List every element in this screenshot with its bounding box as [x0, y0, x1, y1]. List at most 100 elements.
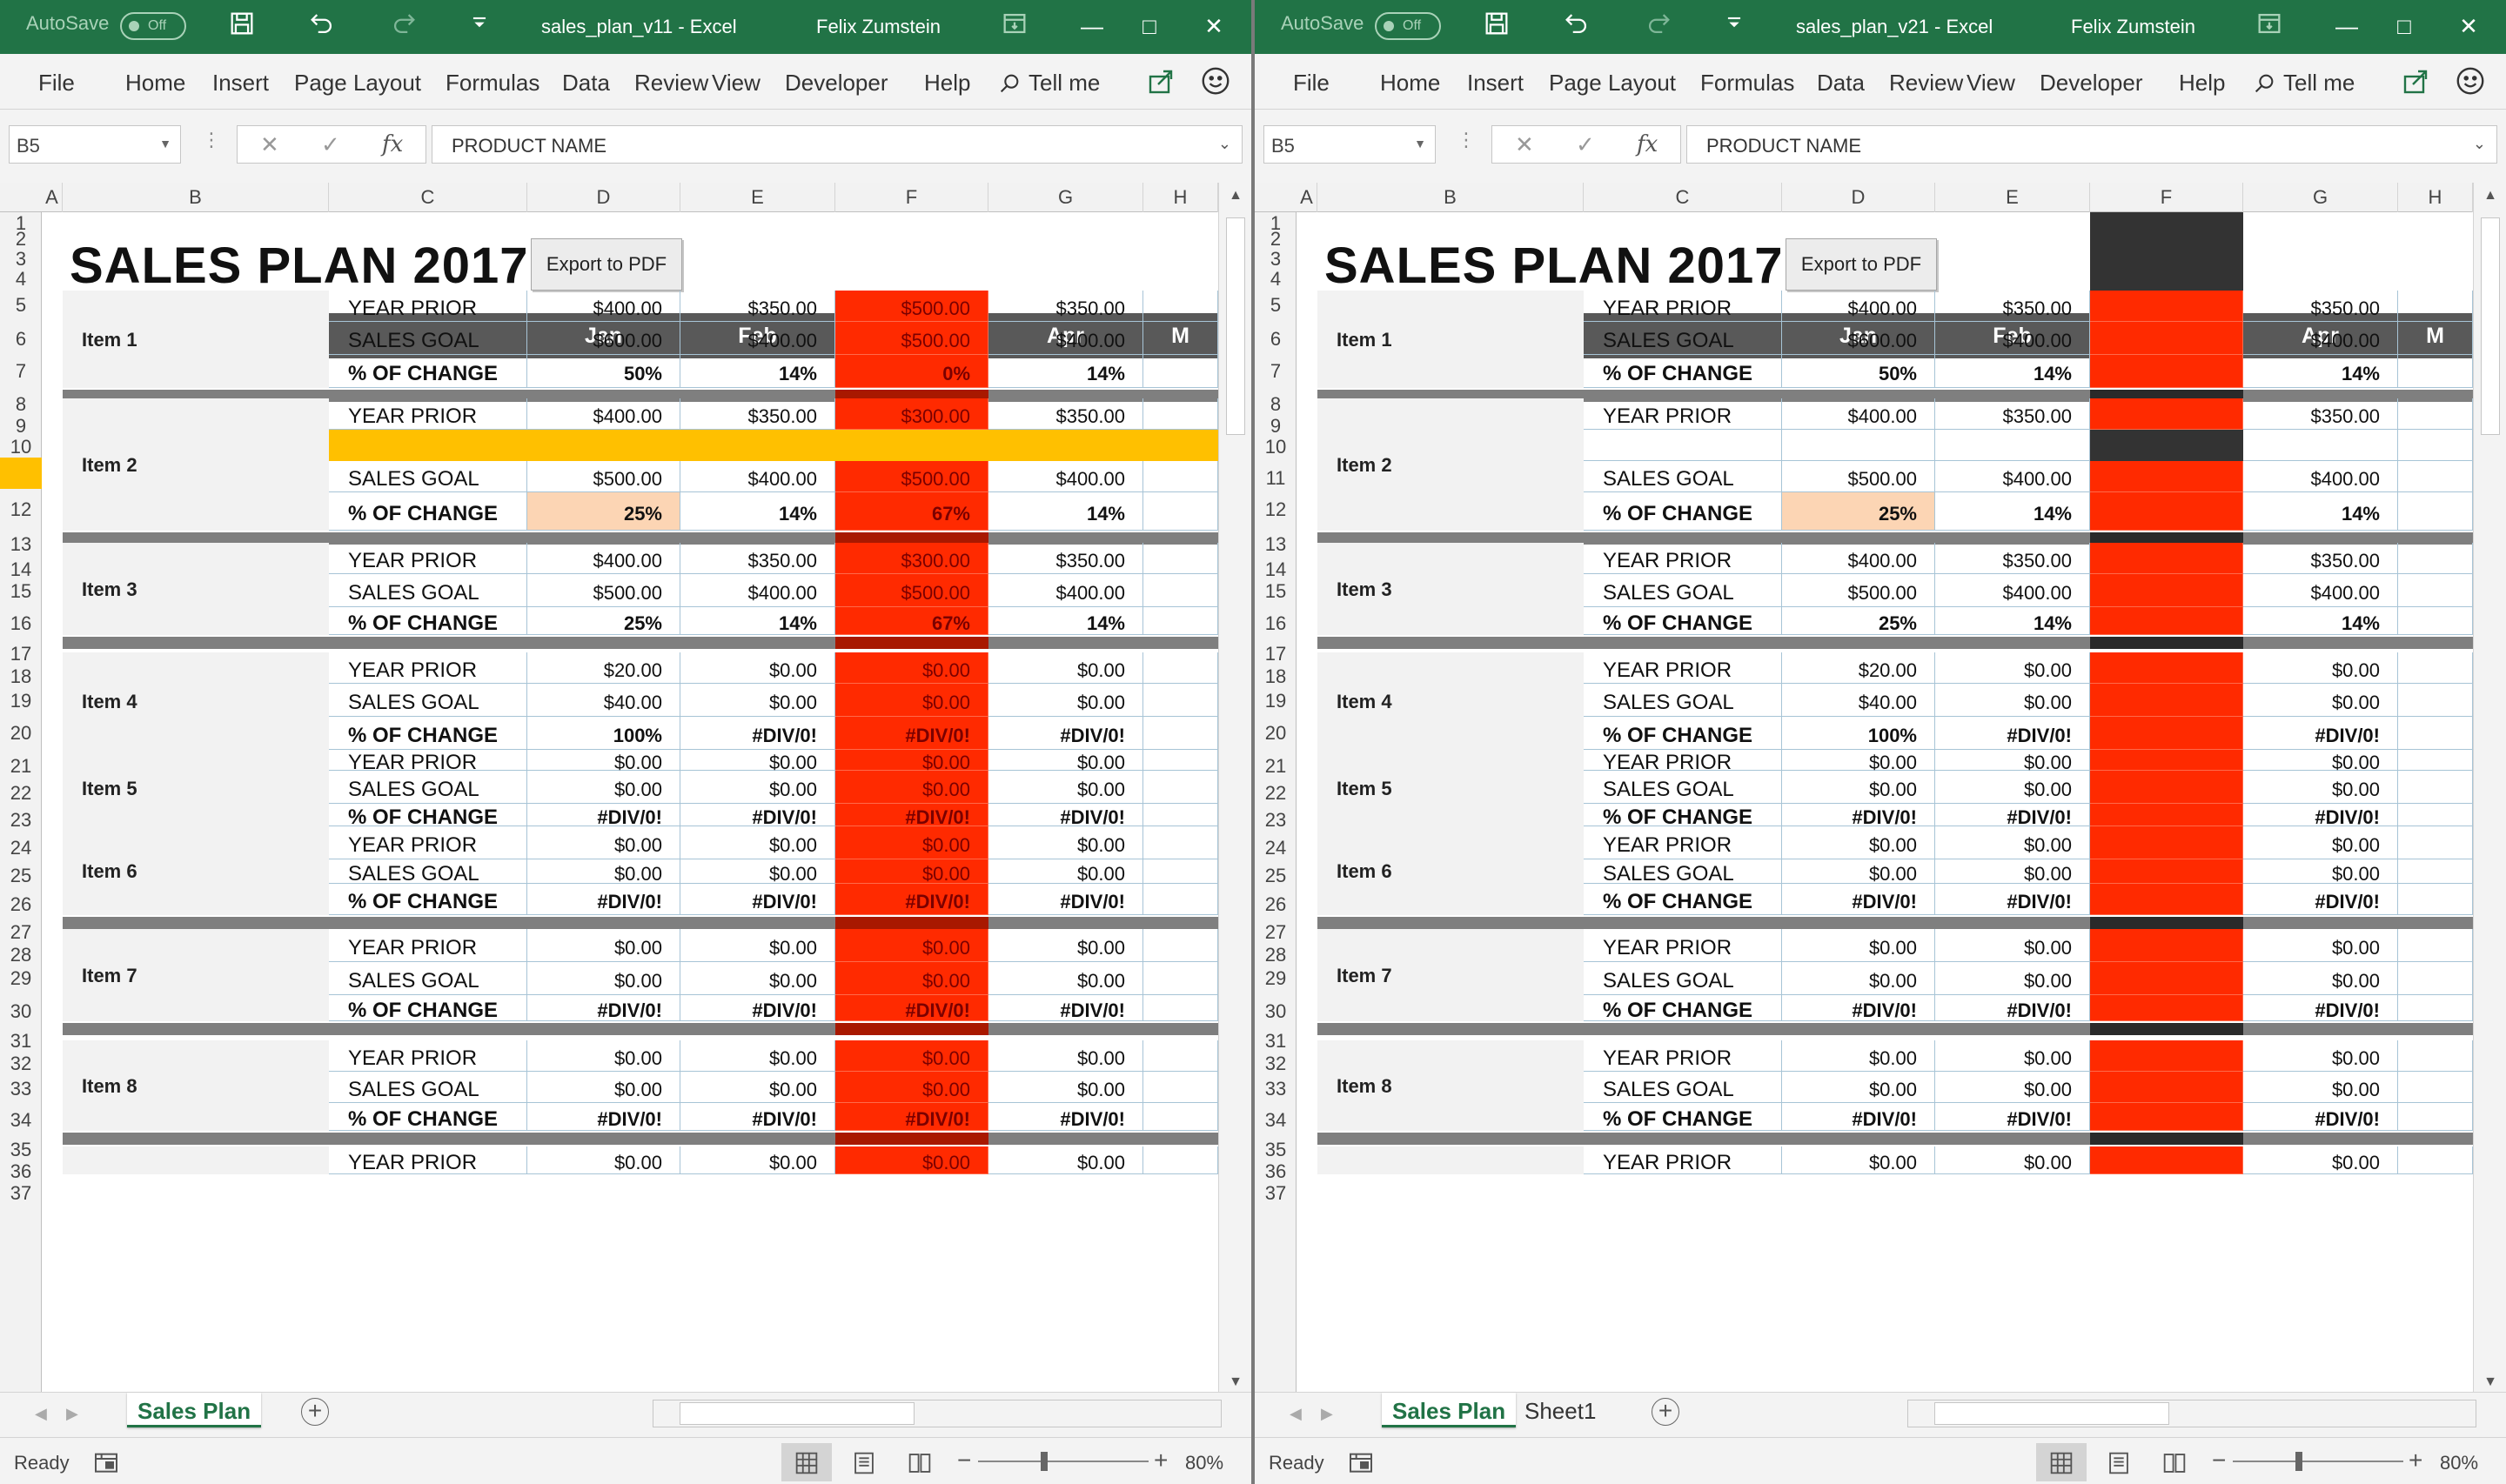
row-header[interactable]: 8 [0, 384, 42, 418]
value-cell[interactable]: $0.00 [2243, 929, 2398, 962]
value-cell[interactable] [2090, 717, 2243, 750]
value-cell[interactable]: 25% [527, 607, 680, 635]
zoom-slider-track[interactable] [978, 1461, 1149, 1462]
value-cell[interactable] [2090, 1103, 2243, 1131]
value-cell[interactable]: $0.00 [527, 1040, 680, 1072]
row-header[interactable]: 14 [1255, 560, 1297, 579]
value-cell[interactable]: #DIV/0! [527, 995, 680, 1021]
value-cell[interactable]: $400.00 [2243, 461, 2398, 492]
ribbon-display-options-icon[interactable] [2252, 9, 2287, 43]
value-cell[interactable]: $0.00 [527, 771, 680, 804]
ribbon-tab-developer[interactable]: Developer [2040, 70, 2143, 97]
value-cell[interactable]: #DIV/0! [2243, 1103, 2398, 1131]
autosave-toggle[interactable]: Off [1375, 12, 1441, 40]
ribbon-display-options-icon[interactable] [997, 9, 1032, 43]
row-label-yp[interactable]: YEAR PRIOR [1584, 543, 1782, 574]
value-cell[interactable]: $0.00 [680, 826, 835, 859]
value-cell[interactable]: 25% [527, 492, 680, 531]
value-cell[interactable]: $0.00 [2243, 1072, 2398, 1103]
insert-function-icon[interactable]: fx [382, 131, 403, 157]
value-cell[interactable] [2090, 355, 2243, 388]
value-cell[interactable]: 14% [2243, 355, 2398, 388]
value-cell[interactable]: $350.00 [2243, 543, 2398, 574]
row-label-sg[interactable]: SALES GOAL [1584, 1072, 1782, 1103]
value-cell[interactable] [1143, 1146, 1218, 1174]
close-icon[interactable]: ✕ [2449, 7, 2489, 45]
ribbon-tab-review[interactable]: Review [1889, 70, 1963, 97]
value-cell[interactable]: #DIV/0! [680, 717, 835, 750]
row-label-pc[interactable]: % OF CHANGE [1584, 884, 1782, 915]
row-header[interactable]: 15 [0, 572, 42, 604]
value-cell[interactable]: #DIV/0! [1935, 995, 2090, 1021]
empty-cell[interactable] [2398, 430, 2473, 461]
empty-cell[interactable] [1584, 430, 1782, 461]
value-cell[interactable]: $40.00 [527, 684, 680, 717]
expand-formula-bar-icon[interactable]: ⌄ [2473, 135, 2486, 153]
column-header-f[interactable]: F [835, 183, 988, 212]
value-cell[interactable]: $0.00 [835, 859, 988, 885]
row-label-sg[interactable]: SALES GOAL [1584, 574, 1782, 607]
row-header[interactable]: 3 [0, 244, 42, 270]
row-header[interactable]: 33 [0, 1070, 42, 1101]
row-label-pc[interactable]: % OF CHANGE [1584, 995, 1782, 1022]
value-cell[interactable] [1143, 995, 1218, 1021]
row-header[interactable]: 6 [0, 320, 42, 351]
ribbon-tab-formulas[interactable]: Formulas [1700, 70, 1794, 97]
row-label-yp[interactable]: YEAR PRIOR [1584, 398, 1782, 430]
value-cell[interactable] [2090, 461, 2243, 492]
value-cell[interactable]: $0.00 [680, 1072, 835, 1103]
row-header[interactable]: 19 [0, 682, 42, 713]
export-to-pdf-button[interactable]: Export to PDF [1786, 238, 1937, 291]
user-name[interactable]: Felix Zumstein [2071, 16, 2195, 38]
row-header[interactable]: 20 [0, 713, 42, 746]
value-cell[interactable]: $0.00 [680, 771, 835, 804]
value-cell[interactable]: #DIV/0! [527, 804, 680, 828]
value-cell[interactable]: $0.00 [2243, 962, 2398, 995]
value-cell[interactable] [1143, 1103, 1218, 1131]
row-header[interactable]: 35 [0, 1133, 42, 1160]
value-cell[interactable]: $0.00 [835, 652, 988, 684]
customize-quick-access-icon[interactable] [465, 9, 491, 43]
value-cell[interactable]: $0.00 [835, 771, 988, 804]
value-cell[interactable] [2398, 859, 2473, 884]
chevron-down-icon[interactable]: ▼ [1414, 137, 1426, 150]
row-header[interactable]: 25 [1255, 856, 1297, 889]
row-header[interactable]: 11 [1255, 459, 1297, 491]
value-cell[interactable]: $0.00 [988, 1072, 1143, 1103]
value-cell[interactable]: $400.00 [680, 574, 835, 607]
row-header[interactable]: 5 [1255, 284, 1297, 320]
row-label-yp[interactable]: YEAR PRIOR [329, 826, 527, 859]
zoom-slider-thumb[interactable] [1041, 1452, 1048, 1471]
row-header[interactable]: 28 [0, 945, 42, 966]
save-icon[interactable] [1479, 9, 1514, 43]
row-label-yp[interactable]: YEAR PRIOR [329, 929, 527, 962]
value-cell[interactable]: $0.00 [835, 1040, 988, 1072]
column-header-g[interactable]: G [988, 183, 1143, 212]
value-cell[interactable]: #DIV/0! [680, 804, 835, 828]
ribbon-tab-data[interactable]: Data [562, 70, 610, 97]
value-cell[interactable]: $0.00 [680, 929, 835, 962]
minimize-icon[interactable]: — [2327, 7, 2367, 45]
zoom-slider-track[interactable] [2233, 1461, 2403, 1462]
horizontal-scroll-thumb[interactable] [680, 1402, 915, 1425]
value-cell[interactable]: $500.00 [1782, 574, 1935, 607]
close-icon[interactable]: ✕ [1194, 7, 1234, 45]
row-header[interactable]: 30 [0, 992, 42, 1025]
ribbon-tab-view[interactable]: View [1967, 70, 2015, 97]
row-label-yp[interactable]: YEAR PRIOR [1584, 652, 1782, 684]
row-label-pc[interactable]: % OF CHANGE [329, 717, 527, 750]
column-header-c[interactable]: C [329, 183, 527, 212]
row-header[interactable]: 16 [1255, 604, 1297, 637]
column-header-d[interactable]: D [1782, 183, 1935, 212]
value-cell[interactable]: $0.00 [1782, 771, 1935, 804]
row-label-pc[interactable]: % OF CHANGE [329, 607, 527, 635]
value-cell[interactable]: $350.00 [1935, 398, 2090, 430]
value-cell[interactable]: #DIV/0! [1935, 1103, 2090, 1131]
row-header[interactable]: 9 [0, 417, 42, 436]
row-label-pc[interactable]: % OF CHANGE [329, 995, 527, 1022]
row-header[interactable]: 34 [1255, 1101, 1297, 1133]
maximize-icon[interactable]: □ [2384, 7, 2424, 45]
value-cell[interactable]: $400.00 [680, 322, 835, 355]
value-cell[interactable]: $0.00 [2243, 859, 2398, 885]
value-cell[interactable]: $20.00 [1782, 652, 1935, 684]
